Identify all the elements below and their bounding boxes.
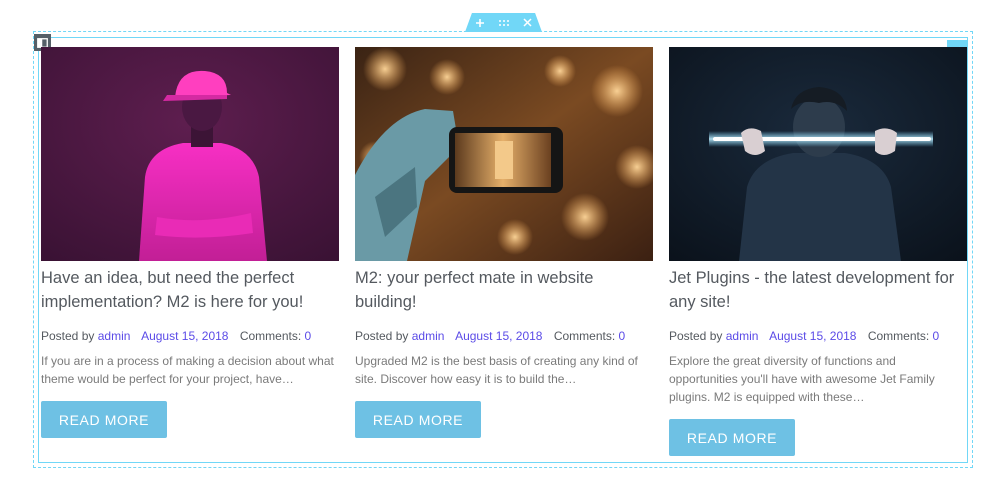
post-thumbnail[interactable] xyxy=(669,47,967,261)
read-more-button[interactable]: READ MORE xyxy=(41,401,167,438)
post-meta: Posted by admin August 15, 2018 Comments… xyxy=(41,328,339,344)
posted-by-label: Posted by xyxy=(355,329,409,343)
post-excerpt: Upgraded M2 is the best basis of creatin… xyxy=(355,354,638,386)
comments-count-link[interactable]: 0 xyxy=(933,329,940,343)
read-more-button[interactable]: READ MORE xyxy=(669,419,795,456)
post-meta: Posted by admin August 15, 2018 Comments… xyxy=(355,328,653,344)
post-meta: Posted by admin August 15, 2018 Comments… xyxy=(669,328,967,344)
author-link[interactable]: admin xyxy=(98,329,131,343)
author-link[interactable]: admin xyxy=(412,329,445,343)
post-title[interactable]: M2: your perfect mate in website buildin… xyxy=(355,266,653,314)
author-link[interactable]: admin xyxy=(726,329,759,343)
comments-label: Comments: xyxy=(867,329,930,343)
plus-icon[interactable] xyxy=(474,17,486,29)
post-title[interactable]: Have an idea, but need the perfect imple… xyxy=(41,266,339,314)
post-card: Have an idea, but need the perfect imple… xyxy=(41,47,339,438)
posted-by-label: Posted by xyxy=(41,329,95,343)
date-link[interactable]: August 15, 2018 xyxy=(141,329,228,343)
post-card: M2: your perfect mate in website buildin… xyxy=(355,47,653,438)
date-link[interactable]: August 15, 2018 xyxy=(769,329,856,343)
post-title[interactable]: Jet Plugins - the latest development for… xyxy=(669,266,967,314)
comments-count-link[interactable]: 0 xyxy=(619,329,626,343)
comments-count-link[interactable]: 0 xyxy=(305,329,312,343)
date-link[interactable]: August 15, 2018 xyxy=(455,329,542,343)
read-more-button[interactable]: READ MORE xyxy=(355,401,481,438)
comments-label: Comments: xyxy=(553,329,616,343)
posted-by-label: Posted by xyxy=(669,329,723,343)
post-card: Jet Plugins - the latest development for… xyxy=(669,47,967,456)
close-icon[interactable] xyxy=(522,17,534,29)
drag-handle-icon[interactable] xyxy=(498,17,510,29)
post-thumbnail[interactable] xyxy=(355,47,653,261)
post-thumbnail[interactable] xyxy=(41,47,339,261)
post-excerpt: If you are in a process of making a deci… xyxy=(41,354,334,386)
comments-label: Comments: xyxy=(239,329,302,343)
post-excerpt: Explore the great diversity of functions… xyxy=(669,354,935,404)
section-handle[interactable] xyxy=(465,13,542,32)
